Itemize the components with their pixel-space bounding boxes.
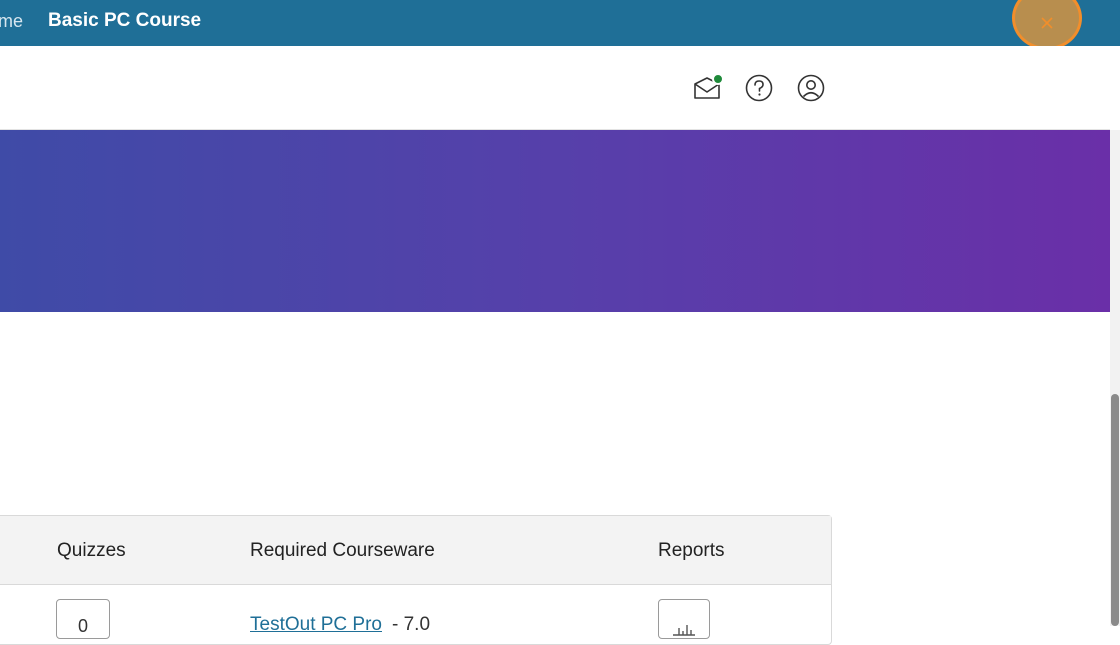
close-icon bbox=[1041, 17, 1053, 29]
app-header bbox=[0, 46, 1110, 130]
courseware-link[interactable]: TestOut PC Pro bbox=[250, 614, 382, 636]
column-header-reports: Reports bbox=[658, 540, 725, 561]
column-header-required-courseware: Required Courseware bbox=[250, 540, 435, 561]
notification-dot bbox=[712, 73, 724, 85]
column-header-quizzes: Quizzes bbox=[57, 540, 126, 561]
courseware-version: - 7.0 bbox=[392, 614, 431, 635]
reports-button[interactable] bbox=[658, 599, 710, 639]
quizzes-count-button[interactable]: 0 bbox=[56, 599, 110, 639]
top-navigation-bar: ame Basic PC Course bbox=[0, 0, 1120, 46]
bar-chart-icon bbox=[673, 625, 695, 636]
page-title: Basic PC Course bbox=[48, 10, 202, 31]
help-icon[interactable] bbox=[744, 73, 774, 103]
user-account-icon[interactable] bbox=[796, 73, 826, 103]
breadcrumb-previous[interactable]: ame bbox=[0, 11, 23, 32]
table-header-row: Quizzes Required Courseware Reports bbox=[0, 516, 831, 585]
scrollbar-thumb[interactable] bbox=[1111, 394, 1119, 626]
course-banner bbox=[0, 130, 1110, 312]
